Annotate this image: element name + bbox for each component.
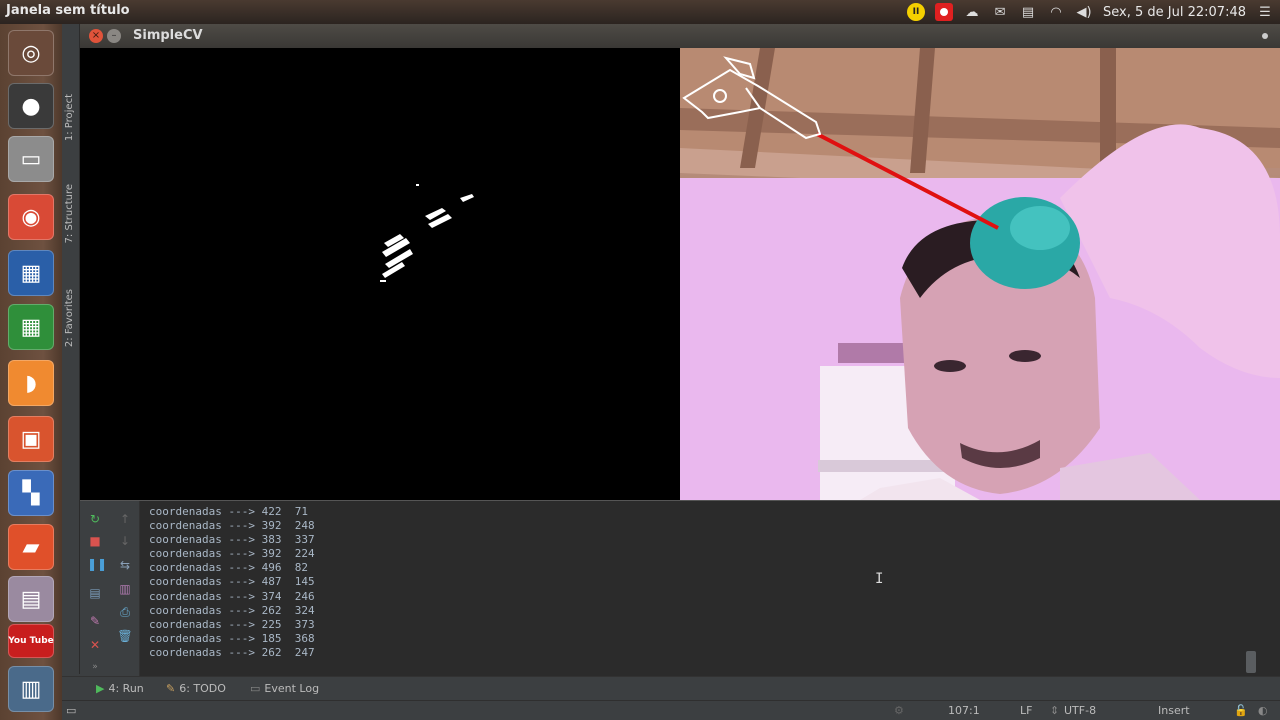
- mask-blob: [380, 184, 474, 282]
- settings-icon[interactable]: ▤: [8, 576, 54, 622]
- impress-icon[interactable]: ▣: [8, 416, 54, 462]
- toggle-tool-windows-icon[interactable]: ▭: [66, 704, 76, 717]
- rerun-icon[interactable]: ↻: [87, 511, 103, 527]
- tab-favorites[interactable]: 2: Favorites: [64, 289, 75, 347]
- tab-event-log-label: Event Log: [264, 682, 320, 695]
- console-output[interactable]: coordenadas ---> 422 71 coordenadas ---> …: [149, 505, 1239, 671]
- line-separator[interactable]: LF: [1020, 704, 1032, 717]
- soft-wrap-icon[interactable]: ⇆: [117, 557, 133, 573]
- settings-menu-icon[interactable]: ☰: [1256, 3, 1274, 21]
- scroll-down-icon[interactable]: ↓: [117, 533, 133, 549]
- run-icon: ▶: [96, 682, 105, 695]
- tab-structure[interactable]: 7: Structure: [64, 184, 75, 243]
- media-icon[interactable]: ●: [8, 83, 54, 129]
- scroll-up-icon[interactable]: ↑: [117, 511, 133, 527]
- simplecv-title: SimpleCV: [133, 28, 203, 43]
- console-line: coordenadas ---> 262 247: [149, 645, 315, 659]
- simplecv-titlebar: × – SimpleCV: [80, 24, 1280, 48]
- scroll-end-icon[interactable]: ▥: [117, 581, 133, 597]
- caret-position[interactable]: 107:1: [948, 704, 980, 717]
- ubuntu-dash-icon[interactable]: ◎: [8, 30, 54, 76]
- volume-icon[interactable]: ◀): [1075, 3, 1093, 21]
- active-window-title: Janela sem título: [6, 3, 130, 18]
- lock-icon[interactable]: 🔓: [1234, 704, 1248, 717]
- pause-recording-icon[interactable]: II: [907, 3, 926, 21]
- status-bar: ▭ ⚙ 107:1 LF ⇕ UTF-8 Insert 🔓 ◐: [62, 700, 1280, 720]
- console-line: coordenadas ---> 374 246: [149, 589, 315, 603]
- tab-todo[interactable]: ✎ 6: TODO: [166, 682, 226, 695]
- scroll-thumb[interactable]: [1246, 651, 1256, 673]
- binary-mask-view: [80, 48, 680, 500]
- console-line: coordenadas ---> 225 373: [149, 617, 315, 631]
- ide-left-toolstrip: 1: Project 7: Structure 2: Favorites: [62, 24, 80, 674]
- mail-icon[interactable]: ✉: [991, 3, 1009, 21]
- tab-run-label: 4: Run: [108, 682, 144, 695]
- close-run-icon[interactable]: ✕: [87, 637, 103, 653]
- software-center-icon[interactable]: ▰: [8, 524, 54, 570]
- console-line: coordenadas ---> 392 248: [149, 519, 315, 533]
- console-line: coordenadas ---> 262 324: [149, 603, 315, 617]
- console-line: coordenadas ---> 422 71: [149, 505, 308, 518]
- clock[interactable]: Sex, 5 de Jul 22:07:48: [1103, 5, 1246, 20]
- tool-window-bar: ▶ 4: Run ✎ 6: TODO ▭ Event Log: [62, 676, 1280, 700]
- text-cursor-icon: I: [875, 571, 884, 587]
- camera-scene: [680, 48, 1280, 500]
- run-toolbar-primary: ↻ ■ ❚❚ ▤ ✎ ✕ »: [80, 501, 110, 677]
- inspector-icon[interactable]: ◐: [1258, 704, 1268, 717]
- simplecv-window: × – SimpleCV: [80, 24, 1280, 500]
- apps-icon[interactable]: ▚: [8, 470, 54, 516]
- event-log-icon: ▭: [250, 682, 261, 695]
- tab-todo-label: 6: TODO: [179, 682, 226, 695]
- clear-icon[interactable]: 🗑: [117, 628, 133, 644]
- console-line: coordenadas ---> 487 145: [149, 575, 315, 589]
- console-scrollbar[interactable]: [1246, 507, 1256, 673]
- top-panel: Janela sem título II ☁ ✉ ▤ ◠ ◀) Sex, 5 d…: [0, 0, 1280, 24]
- print-icon[interactable]: ⎙: [117, 604, 133, 620]
- workspace-icon[interactable]: ▥: [8, 666, 54, 712]
- camera-view: [680, 48, 1280, 500]
- console-line: coordenadas ---> 185 368: [149, 631, 315, 645]
- close-icon[interactable]: ×: [89, 29, 103, 43]
- gear-icon[interactable]: ⚙: [894, 704, 904, 717]
- writer-icon[interactable]: ▦: [8, 250, 54, 296]
- stop-recording-icon[interactable]: [935, 3, 954, 21]
- clipboard-icon[interactable]: ▤: [1019, 3, 1037, 21]
- tab-run[interactable]: ▶ 4: Run: [96, 682, 144, 695]
- launcher: ◎ ● ▭ ◉ ▦ ▦ ◗ ▣ ▚ ▰ ▤ You Tube ▥: [0, 24, 62, 720]
- more-tools-icon[interactable]: »: [87, 659, 103, 675]
- tab-project[interactable]: 1: Project: [64, 94, 75, 141]
- youtube-icon[interactable]: You Tube: [8, 624, 54, 658]
- calc-icon[interactable]: ▦: [8, 304, 54, 350]
- pin-icon[interactable]: ✎: [87, 613, 103, 629]
- wifi-icon[interactable]: ◠: [1047, 3, 1065, 21]
- console-line: coordenadas ---> 383 337: [149, 533, 315, 547]
- orange-icon[interactable]: ◗: [8, 360, 54, 406]
- minimize-icon[interactable]: –: [107, 29, 121, 43]
- todo-icon: ✎: [166, 682, 176, 695]
- restore-layout-icon[interactable]: ▤: [87, 585, 103, 601]
- insert-mode[interactable]: Insert: [1158, 704, 1190, 717]
- run-toolbar-secondary: ↑ ↓ ⇆ ▥ ⎙ 🗑: [110, 501, 140, 677]
- tab-event-log[interactable]: ▭ Event Log: [250, 682, 319, 695]
- pause-icon[interactable]: ❚❚: [87, 556, 107, 572]
- youtube-label: You Tube: [8, 635, 54, 646]
- run-tool-window: ↻ ■ ❚❚ ▤ ✎ ✕ » ↑ ↓ ⇆ ▥ ⎙ 🗑 coordenadas -…: [80, 500, 1280, 677]
- file-encoding[interactable]: UTF-8: [1064, 704, 1096, 717]
- stop-icon[interactable]: ■: [87, 533, 103, 549]
- indicator-area: II ☁ ✉ ▤ ◠ ◀) Sex, 5 de Jul 22:07:48 ☰: [907, 0, 1274, 24]
- console-line: coordenadas ---> 392 224: [149, 547, 315, 561]
- chrome-icon[interactable]: ◉: [8, 194, 54, 240]
- cloud-icon[interactable]: ☁: [963, 3, 981, 21]
- files-icon[interactable]: ▭: [8, 136, 54, 182]
- console-line: coordenadas ---> 496 82: [149, 561, 308, 575]
- encoding-arrows-icon: ⇕: [1050, 704, 1060, 717]
- window-menu-icon[interactable]: [1262, 33, 1268, 39]
